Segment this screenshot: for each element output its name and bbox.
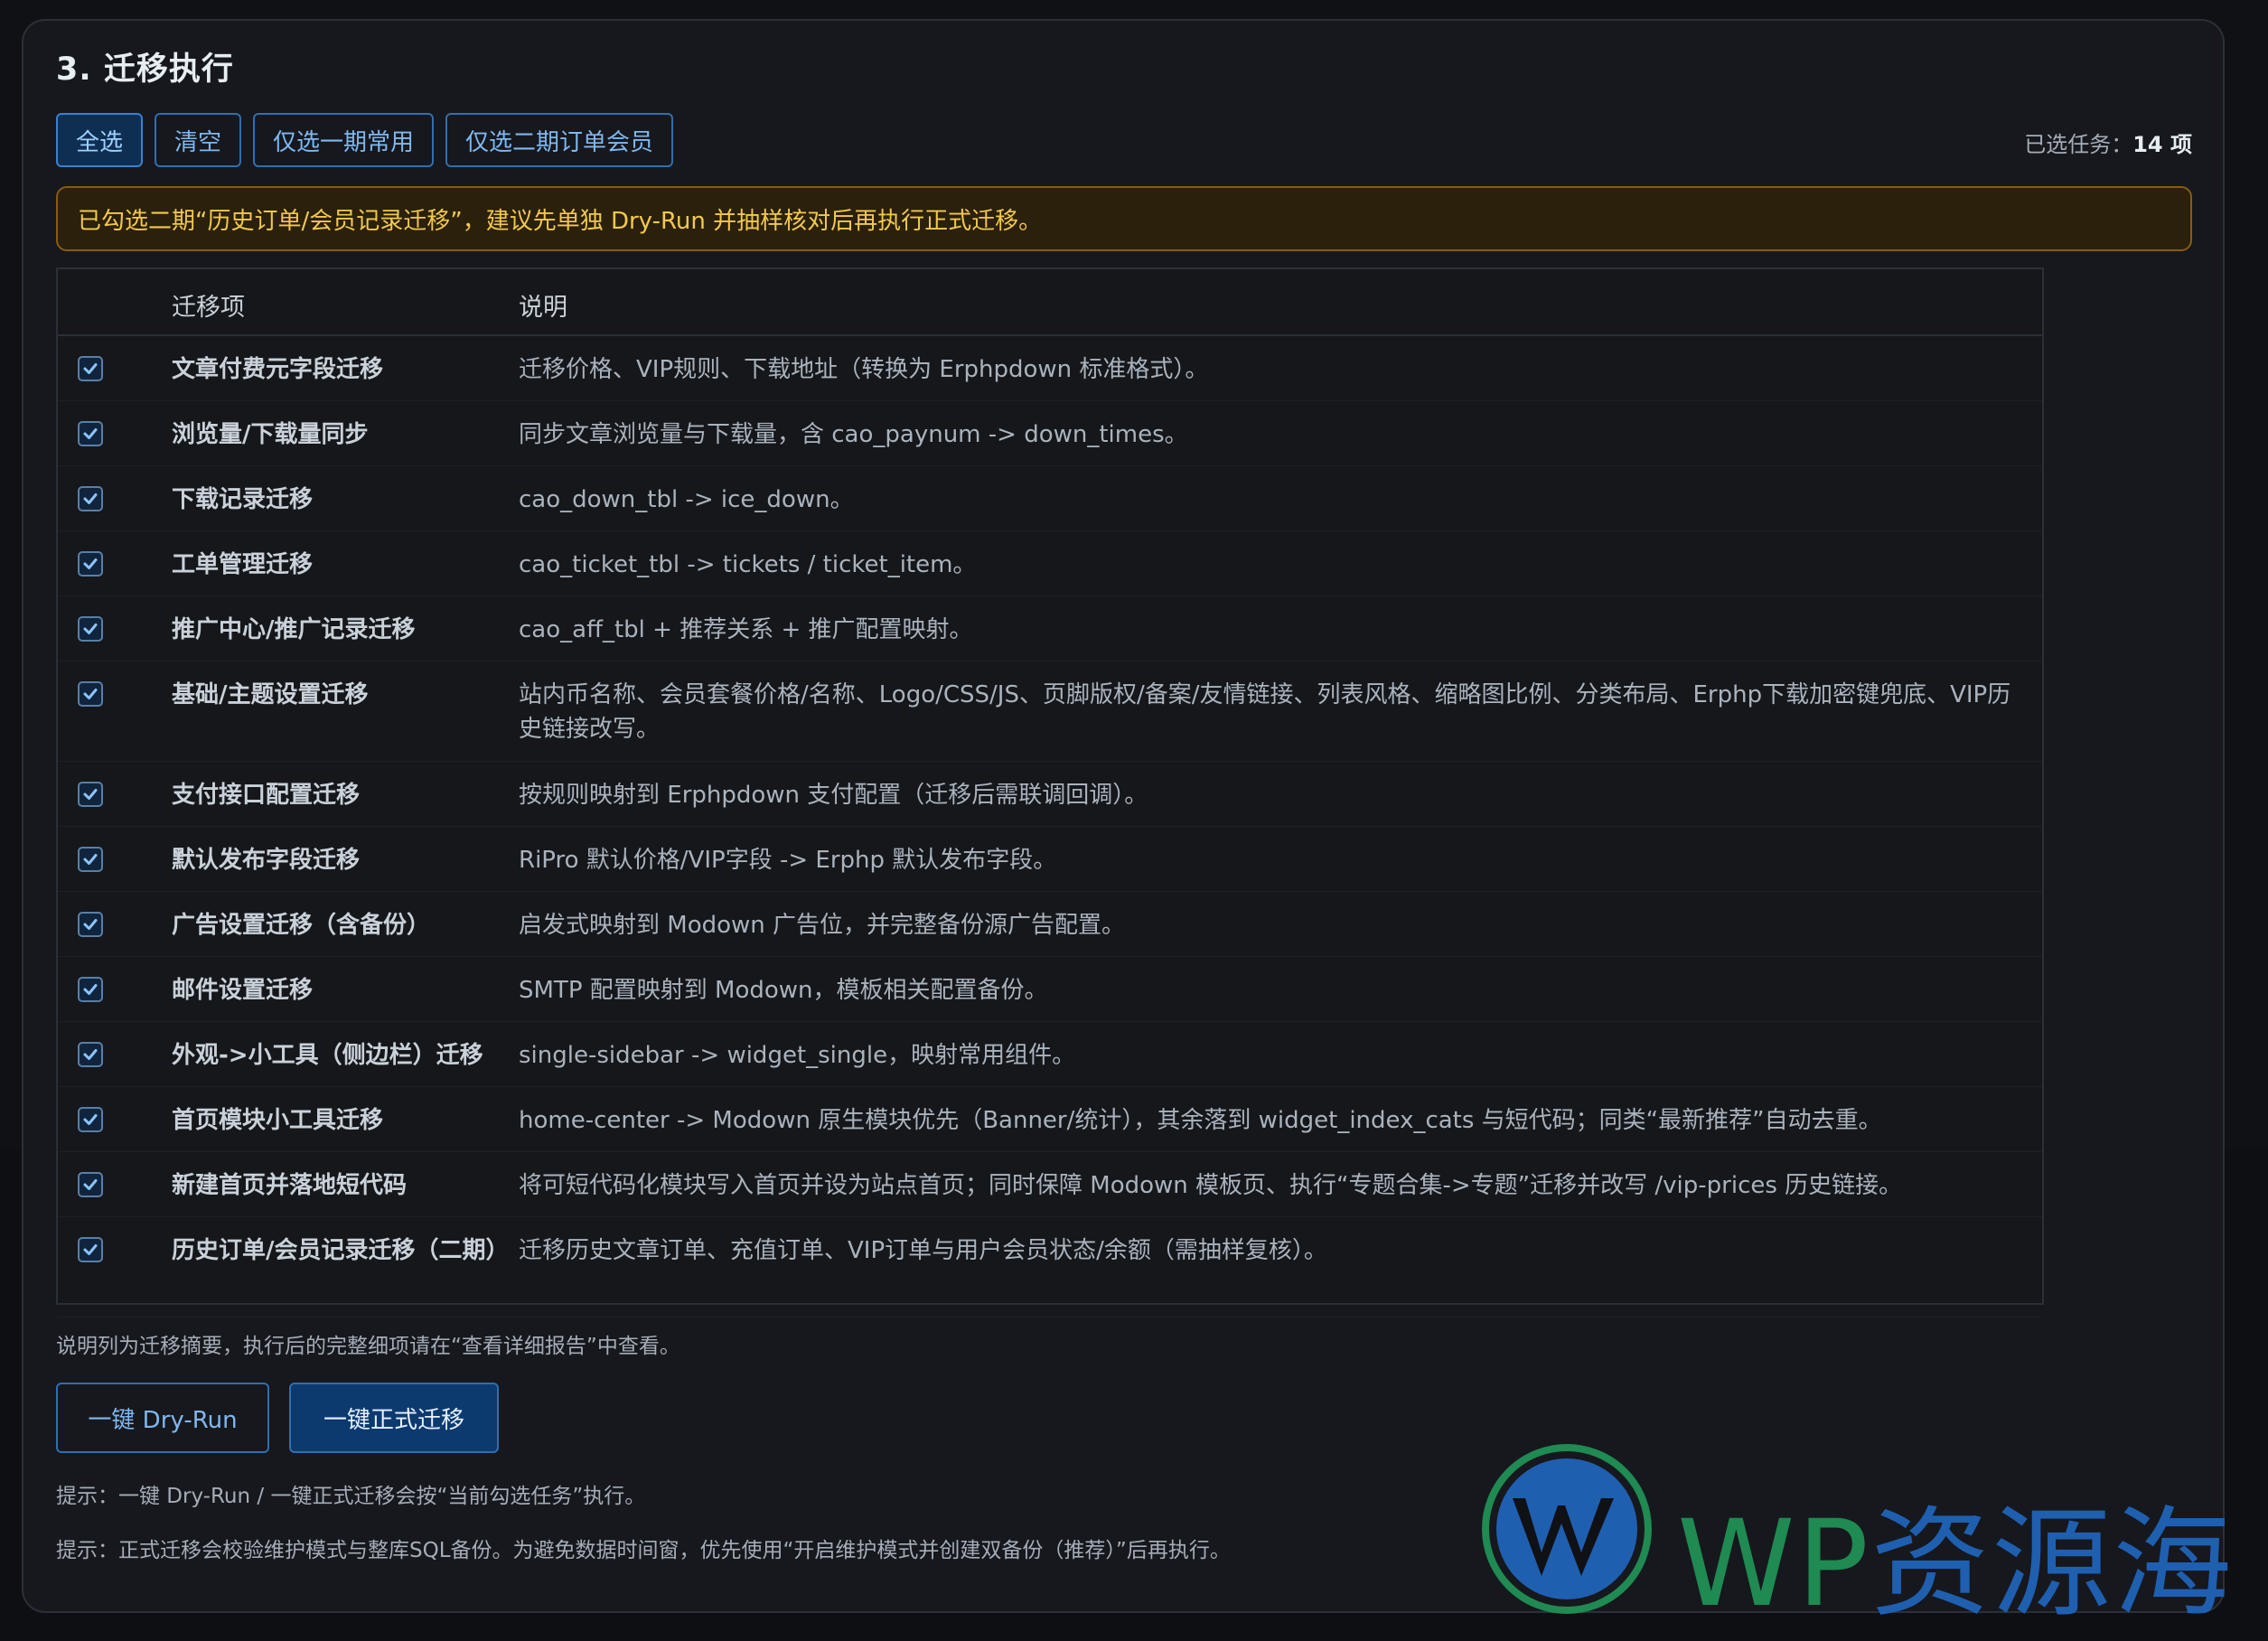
task-checkbox[interactable] xyxy=(78,1172,103,1197)
page: 3. 迁移执行 全选 清空 仅选一期常用 仅选二期订单会员 已选任务：14 项 … xyxy=(0,0,2268,1641)
table-row: 文章付费元字段迁移 迁移价格、VIP规则、下载地址（转换为 Erphpdown 标… xyxy=(58,336,2042,401)
header-item: 迁移项 xyxy=(172,294,245,322)
migrate-button[interactable]: 一键正式迁移 xyxy=(289,1383,499,1453)
hint-text-2: 提示：正式迁移会校验维护模式与整库SQL备份。为避免数据时间窗，优先使用“开启维… xyxy=(56,1539,1231,1562)
task-description: single-sidebar -> widget_single，映射常用组件。 xyxy=(519,1042,1076,1069)
selected-count-value: 14 xyxy=(2132,132,2163,157)
task-description: 按规则映射到 Erphpdown 支付配置（迁移后需联调回调）。 xyxy=(519,782,1148,809)
task-checkbox[interactable] xyxy=(78,616,103,642)
task-description: cao_down_tbl -> ice_down。 xyxy=(519,486,854,513)
task-checkbox[interactable] xyxy=(78,1042,103,1067)
task-description: RiPro 默认价格/VIP字段 -> Erphp 默认发布字段。 xyxy=(519,847,1057,874)
check-icon xyxy=(83,363,98,374)
task-name: 外观->小工具（侧边栏）迁移 xyxy=(172,1042,483,1069)
dry-run-button[interactable]: 一键 Dry-Run xyxy=(56,1383,269,1453)
task-description: 站内币名称、会员套餐价格/名称、Logo/CSS/JS、页脚版权/备案/友情链接… xyxy=(519,681,2011,743)
task-checkbox[interactable] xyxy=(78,977,103,1002)
task-checkbox[interactable] xyxy=(78,1237,103,1262)
check-icon xyxy=(83,984,98,995)
task-name: 首页模块小工具迁移 xyxy=(172,1107,384,1134)
task-description: 启发式映射到 Modown 广告位，并完整备份源广告配置。 xyxy=(519,912,1126,939)
hint-text-1: 提示：一键 Dry-Run / 一键正式迁移会按“当前勾选任务”执行。 xyxy=(56,1485,646,1508)
check-icon xyxy=(83,1114,98,1125)
table-row: 首页模块小工具迁移 home-center -> Modown 原生模块优先（Ba… xyxy=(58,1087,2042,1152)
task-name: 基础/主题设置迁移 xyxy=(172,681,369,708)
task-description: 迁移历史文章订单、充值订单、VIP订单与用户会员状态/余额（需抽样复核）。 xyxy=(519,1237,1327,1264)
task-name: 新建首页并落地短代码 xyxy=(172,1172,408,1199)
task-name: 推广中心/推广记录迁移 xyxy=(172,616,416,643)
task-checkbox[interactable] xyxy=(78,1107,103,1132)
table-row: 新建首页并落地短代码 将可短代码化模块写入首页并设为站点首页；同时保障 Modow… xyxy=(58,1152,2042,1217)
task-name: 广告设置迁移（含备份） xyxy=(172,912,431,939)
warning-banner: 已勾选二期“历史订单/会员记录迁移”，建议先单独 Dry-Run 并抽样核对后再… xyxy=(56,186,2192,251)
select-phase2-button[interactable]: 仅选二期订单会员 xyxy=(445,113,674,167)
selected-count: 已选任务：14 项 xyxy=(2024,132,2192,157)
task-checkbox[interactable] xyxy=(78,486,103,511)
table-row: 支付接口配置迁移 按规则映射到 Erphpdown 支付配置（迁移后需联调回调）。 xyxy=(58,762,2042,827)
task-name: 邮件设置迁移 xyxy=(172,977,314,1004)
task-checkbox[interactable] xyxy=(78,782,103,807)
task-description: 同步文章浏览量与下载量，含 cao_paynum -> down_times。 xyxy=(519,421,1188,448)
task-name: 文章付费元字段迁移 xyxy=(172,356,384,383)
task-name: 历史订单/会员记录迁移（二期） xyxy=(172,1237,510,1264)
task-description: 将可短代码化模块写入首页并设为站点首页；同时保障 Modown 模板页、执行“专… xyxy=(519,1172,1903,1199)
migration-table: 迁移项 说明 文章付费元字段迁移 迁移价格、VIP规则、下载地址（转换为 Erph… xyxy=(56,267,2044,1317)
table-row: 浏览量/下载量同步 同步文章浏览量与下载量，含 cao_paynum -> dow… xyxy=(58,401,2042,466)
table-row: 广告设置迁移（含备份） 启发式映射到 Modown 广告位，并完整备份源广告配置。 xyxy=(58,892,2042,957)
table-row: 默认发布字段迁移 RiPro 默认价格/VIP字段 -> Erphp 默认发布字段… xyxy=(58,827,2042,892)
task-checkbox[interactable] xyxy=(78,551,103,577)
table-row: 邮件设置迁移 SMTP 配置映射到 Modown，模板相关配置备份。 xyxy=(58,957,2042,1022)
table-row: 下载记录迁移 cao_down_tbl -> ice_down。 xyxy=(58,466,2042,531)
table-row: 外观->小工具（侧边栏）迁移 single-sidebar -> widget_s… xyxy=(58,1022,2042,1087)
table-body: 文章付费元字段迁移 迁移价格、VIP规则、下载地址（转换为 Erphpdown 标… xyxy=(58,336,2042,1317)
check-icon xyxy=(83,624,98,634)
task-description: home-center -> Modown 原生模块优先（Banner/统计），… xyxy=(519,1107,1882,1134)
check-icon xyxy=(83,689,98,699)
task-checkbox[interactable] xyxy=(78,681,103,707)
check-icon xyxy=(83,1244,98,1255)
task-name: 工单管理迁移 xyxy=(172,551,314,578)
select-phase1-button[interactable]: 仅选一期常用 xyxy=(253,113,435,167)
clear-button[interactable]: 清空 xyxy=(155,113,242,167)
select-all-button[interactable]: 全选 xyxy=(56,113,144,167)
selection-toolbar: 全选 清空 仅选一期常用 仅选二期订单会员 xyxy=(56,113,674,167)
check-icon xyxy=(83,428,98,439)
task-checkbox[interactable] xyxy=(78,912,103,937)
check-icon xyxy=(83,1179,98,1190)
section-title: 3. 迁移执行 xyxy=(56,52,234,88)
table-row: 历史订单/会员记录迁移（二期） 迁移历史文章订单、充值订单、VIP订单与用户会员状… xyxy=(58,1217,2042,1317)
check-icon xyxy=(83,1049,98,1060)
task-name: 下载记录迁移 xyxy=(172,486,314,513)
task-checkbox[interactable] xyxy=(78,421,103,446)
check-icon xyxy=(83,789,98,800)
task-description: SMTP 配置映射到 Modown，模板相关配置备份。 xyxy=(519,977,1048,1004)
task-checkbox[interactable] xyxy=(78,847,103,872)
check-icon xyxy=(83,558,98,569)
table-row: 基础/主题设置迁移 站内币名称、会员套餐价格/名称、Logo/CSS/JS、页脚版… xyxy=(58,661,2042,762)
action-buttons: 一键 Dry-Run 一键正式迁移 xyxy=(56,1383,499,1453)
task-description: cao_ticket_tbl -> tickets / ticket_item。 xyxy=(519,551,977,578)
table-note: 说明列为迁移摘要，执行后的完整细项请在“查看详细报告”中查看。 xyxy=(56,1335,680,1358)
warning-text: 已勾选二期“历史订单/会员记录迁移”，建议先单独 Dry-Run 并抽样核对后再… xyxy=(78,207,1043,235)
table-header: 迁移项 说明 xyxy=(58,269,2042,336)
task-description: cao_aff_tbl + 推荐关系 + 推广配置映射。 xyxy=(519,616,973,643)
check-icon xyxy=(83,493,98,504)
check-icon xyxy=(83,854,98,865)
task-checkbox[interactable] xyxy=(78,356,103,381)
task-name: 支付接口配置迁移 xyxy=(172,782,361,809)
task-name: 默认发布字段迁移 xyxy=(172,847,361,874)
task-description: 迁移价格、VIP规则、下载地址（转换为 Erphpdown 标准格式）。 xyxy=(519,356,1209,383)
table-row: 工单管理迁移 cao_ticket_tbl -> tickets / ticket… xyxy=(58,531,2042,596)
task-name: 浏览量/下载量同步 xyxy=(172,421,369,448)
header-desc: 说明 xyxy=(519,294,567,322)
table-row: 推广中心/推广记录迁移 cao_aff_tbl + 推荐关系 + 推广配置映射。 xyxy=(58,596,2042,661)
check-icon xyxy=(83,919,98,930)
